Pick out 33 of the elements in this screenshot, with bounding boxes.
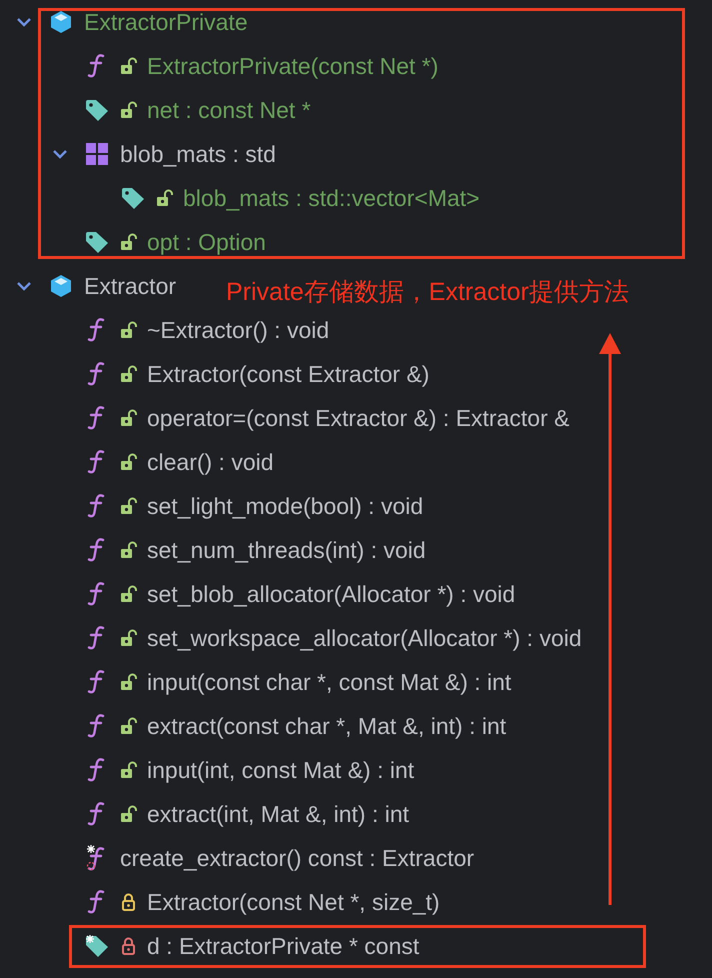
- tree-item[interactable]: set_blob_allocator(Allocator *) : void: [147, 580, 516, 608]
- tag-icon: [84, 98, 110, 122]
- tree-item[interactable]: extract(const char *, Mat &, int) : int: [147, 712, 506, 740]
- tree-item[interactable]: opt : Option: [147, 228, 266, 256]
- cube-icon: [49, 10, 73, 34]
- grid-icon: [85, 142, 109, 166]
- annotation-text: Private存储数据，Extractor提供方法: [226, 277, 629, 308]
- tree-item[interactable]: operator=(const Extractor &) : Extractor &: [147, 404, 570, 432]
- tag-icon: [84, 230, 110, 254]
- tree-item[interactable]: ~Extractor() : void: [147, 316, 330, 344]
- tree-item[interactable]: Extractor: [84, 272, 176, 300]
- tree-item[interactable]: ExtractorPrivate: [84, 8, 248, 36]
- tree-item[interactable]: d : ExtractorPrivate * const: [147, 932, 420, 960]
- tree-item[interactable]: set_num_threads(int) : void: [147, 536, 426, 564]
- chevron-icon[interactable]: [52, 148, 68, 160]
- tree-item[interactable]: clear() : void: [147, 448, 274, 476]
- tree-item[interactable]: input(const char *, const Mat &) : int: [147, 668, 512, 696]
- tree-item[interactable]: set_workspace_allocator(Allocator *) : void: [147, 624, 582, 652]
- cube-icon: [49, 274, 73, 298]
- tree-item[interactable]: set_light_mode(bool) : void: [147, 492, 424, 520]
- tree-item[interactable]: ExtractorPrivate(const Net *): [147, 52, 438, 80]
- tree-item[interactable]: blob_mats : std::vector<Mat>: [183, 184, 480, 212]
- tag-icon: [120, 186, 146, 210]
- chevron-icon[interactable]: [16, 16, 32, 28]
- tree-item[interactable]: net : const Net *: [147, 96, 311, 124]
- chevron-icon[interactable]: [16, 280, 32, 292]
- tree-item[interactable]: Extractor(const Net *, size_t): [147, 888, 440, 916]
- tree-item[interactable]: input(int, const Mat &) : int: [147, 756, 414, 784]
- tree-item[interactable]: create_extractor() const : Extractor: [120, 844, 474, 872]
- tree-item[interactable]: blob_mats : std: [120, 140, 276, 168]
- tree-item[interactable]: extract(int, Mat &, int) : int: [147, 800, 410, 828]
- tag-icon: [84, 934, 110, 958]
- tree-item[interactable]: Extractor(const Extractor &): [147, 360, 430, 388]
